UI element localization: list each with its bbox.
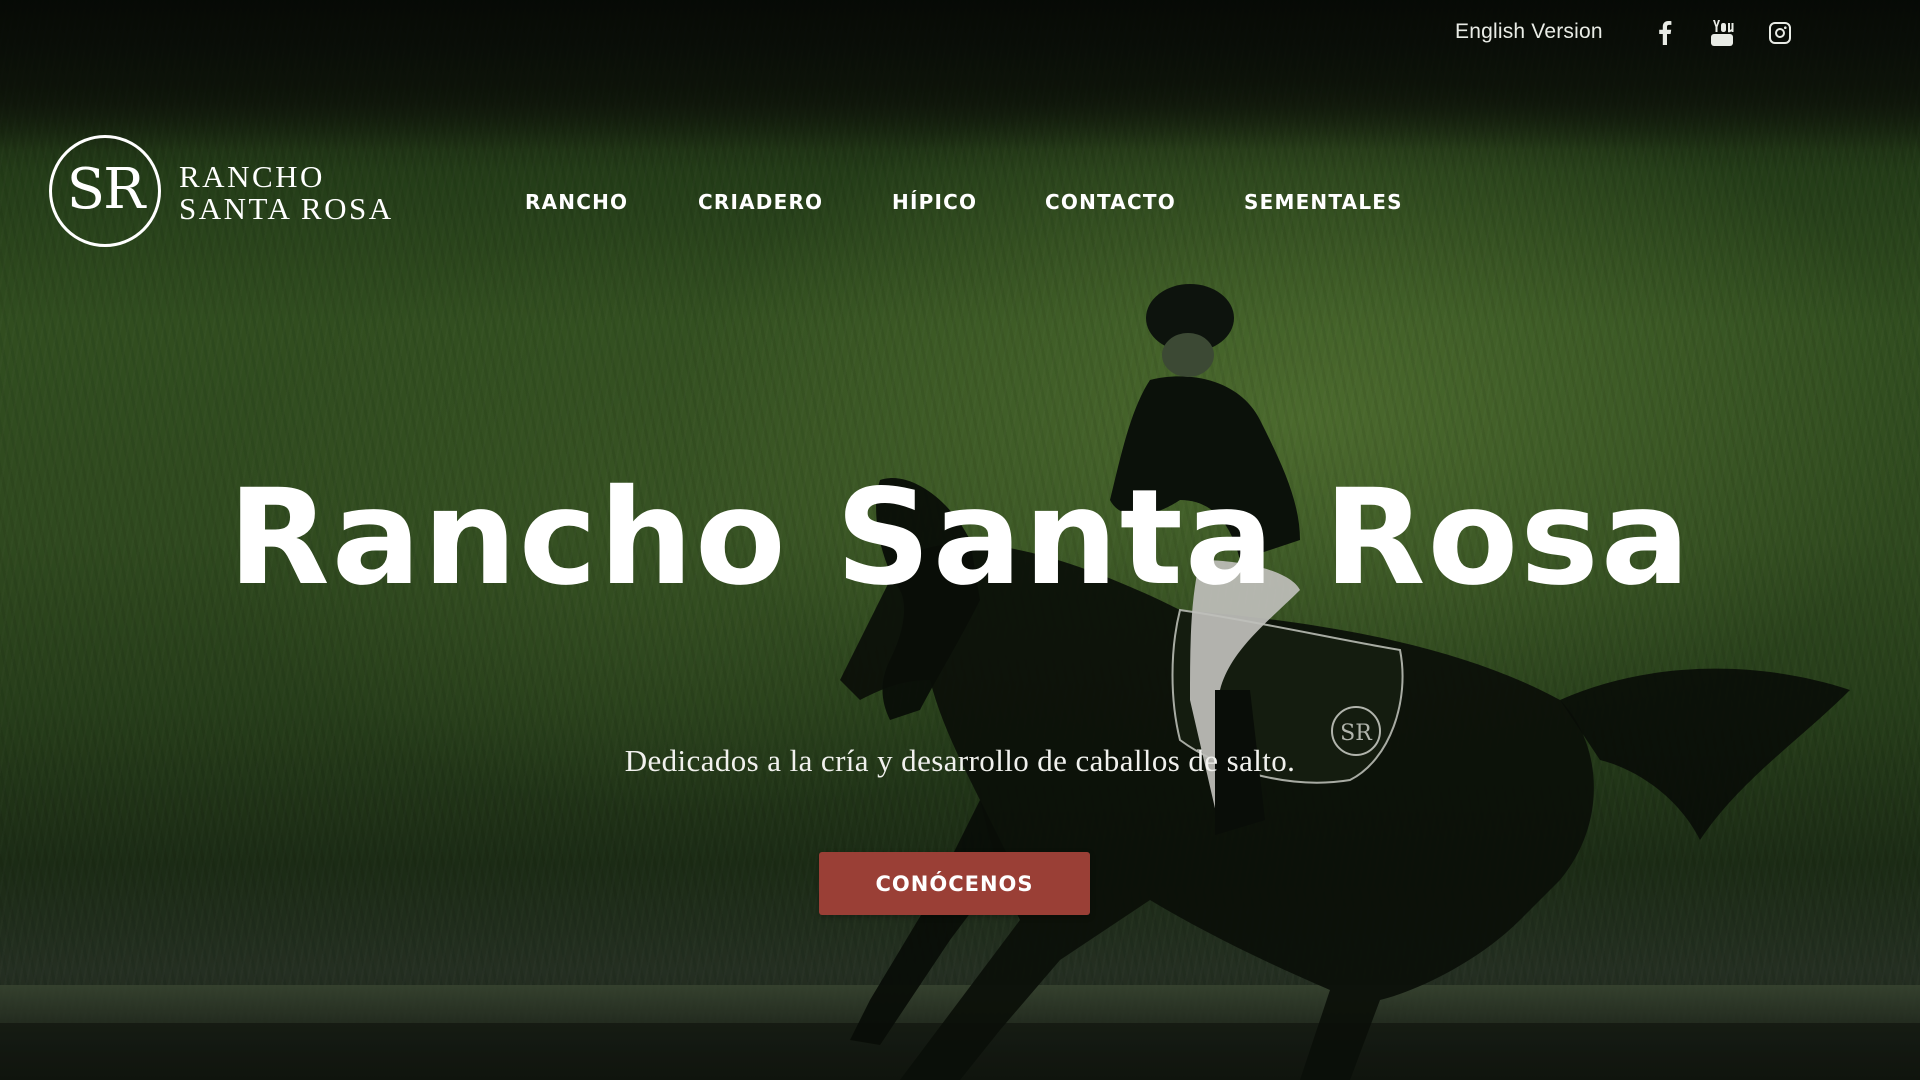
- youtube-icon[interactable]: [1707, 18, 1737, 48]
- nav-item-contacto[interactable]: CONTACTO: [1045, 190, 1176, 214]
- logo-line-1: RANCHO: [179, 159, 325, 194]
- hero-title: Rancho Santa Rosa: [228, 461, 1692, 615]
- instagram-icon[interactable]: [1765, 18, 1795, 48]
- hero-subtitle: Dedicados a la cría y desarrollo de caba…: [624, 743, 1296, 778]
- nav-item-hipico[interactable]: HÍPICO: [892, 190, 977, 214]
- conocenos-button[interactable]: CONÓCENOS: [819, 852, 1090, 915]
- nav-item-rancho[interactable]: RANCHO: [525, 190, 628, 214]
- top-bar: English Version: [0, 18, 1920, 48]
- facebook-icon[interactable]: [1650, 18, 1680, 48]
- nav-item-criadero[interactable]: CRIADERO: [698, 190, 823, 214]
- english-version-link[interactable]: English Version: [1455, 20, 1603, 44]
- nav-item-sementales[interactable]: SEMENTALES: [1244, 190, 1403, 214]
- main-nav: RANCHO CRIADERO HÍPICO CONTACTO SEMENTAL…: [0, 190, 1920, 220]
- hero-section: SR English Version SR RANCHO SANTA ROSA …: [0, 0, 1920, 1080]
